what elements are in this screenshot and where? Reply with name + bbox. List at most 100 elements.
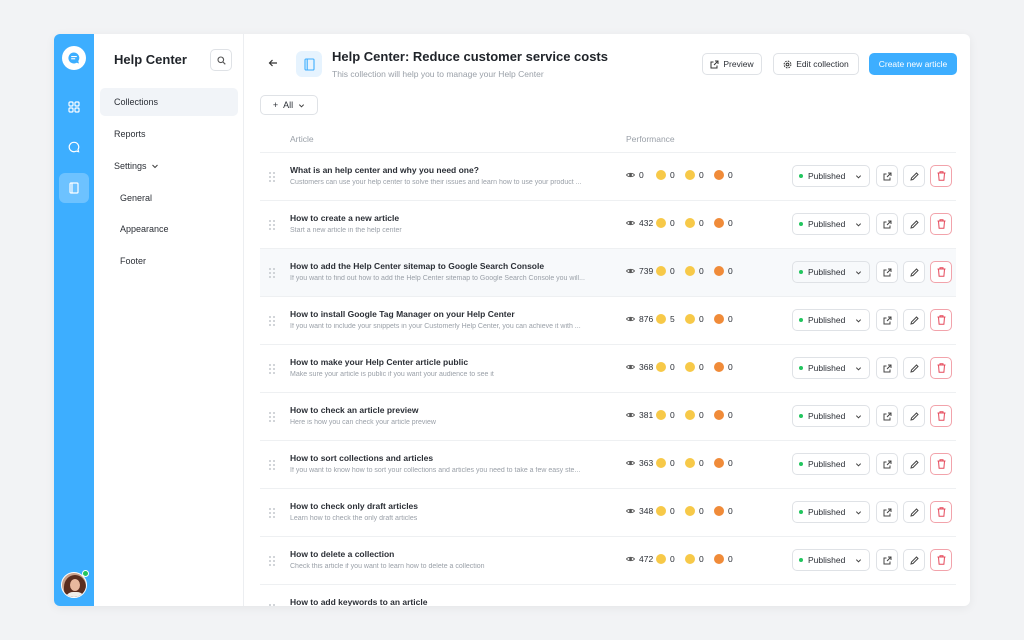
sidebar-item-collections[interactable]: Collections xyxy=(100,88,238,116)
delete-article-button[interactable] xyxy=(930,357,952,379)
status-dropdown[interactable]: Published xyxy=(792,453,870,475)
table-row[interactable]: How to check only draft articles Learn ho… xyxy=(260,488,956,536)
edit-article-button[interactable] xyxy=(903,213,925,235)
table-row[interactable]: How to install Google Tag Manager on you… xyxy=(260,296,956,344)
article-title[interactable]: How to delete a collection xyxy=(290,549,394,559)
article-title[interactable]: How to create a new article xyxy=(290,213,399,223)
heart-eyes-emoji-icon xyxy=(714,218,724,228)
edit-article-button[interactable] xyxy=(903,261,925,283)
table-row[interactable]: How to add the Help Center sitemap to Go… xyxy=(260,248,956,296)
status-dropdown[interactable]: Published xyxy=(792,213,870,235)
status-dropdown[interactable]: Published xyxy=(792,261,870,283)
article-description: Learn how to check the only draft articl… xyxy=(290,515,418,522)
chevron-down-icon xyxy=(299,103,305,107)
article-title[interactable]: How to add the Help Center sitemap to Go… xyxy=(290,261,544,271)
sidebar-item-reports[interactable]: Reports xyxy=(100,120,238,148)
article-title[interactable]: How to make your Help Center article pub… xyxy=(290,357,468,367)
delete-article-button[interactable] xyxy=(930,165,952,187)
table-row[interactable]: How to delete a collection Check this art… xyxy=(260,536,956,584)
edit-article-button[interactable] xyxy=(903,453,925,475)
article-title[interactable]: How to add keywords to an article xyxy=(290,597,427,606)
status-dropdown[interactable]: Published xyxy=(792,501,870,523)
open-article-button[interactable] xyxy=(876,213,898,235)
delete-article-button[interactable] xyxy=(930,405,952,427)
chat-icon[interactable] xyxy=(59,132,89,162)
table-row[interactable]: How to make your Help Center article pub… xyxy=(260,344,956,392)
delete-article-button[interactable] xyxy=(930,213,952,235)
table-row[interactable]: How to create a new article Start a new a… xyxy=(260,200,956,248)
sidebar-item-general[interactable]: General xyxy=(100,184,238,212)
table-row[interactable]: How to check an article preview Here is h… xyxy=(260,392,956,440)
open-article-button[interactable] xyxy=(876,261,898,283)
main-content: Help Center: Reduce customer service cos… xyxy=(244,34,970,606)
delete-article-button[interactable] xyxy=(930,549,952,571)
open-article-button[interactable] xyxy=(876,453,898,475)
sidebar: Help Center Collections Reports Settings… xyxy=(94,34,244,606)
icon-rail xyxy=(54,34,94,606)
drag-handle-icon[interactable] xyxy=(268,554,276,566)
neutral-reactions: 0 xyxy=(685,410,704,420)
drag-handle-icon[interactable] xyxy=(268,362,276,374)
collection-book-icon xyxy=(296,51,322,77)
drag-handle-icon[interactable] xyxy=(268,314,276,326)
article-title[interactable]: How to sort collections and articles xyxy=(290,453,433,463)
eye-icon xyxy=(625,554,636,564)
happy-reactions: 0 xyxy=(656,506,675,516)
drag-handle-icon[interactable] xyxy=(268,410,276,422)
drag-handle-icon[interactable] xyxy=(268,602,276,606)
delete-article-button[interactable] xyxy=(930,501,952,523)
sidebar-item-appearance[interactable]: Appearance xyxy=(100,215,238,243)
open-article-button[interactable] xyxy=(876,357,898,379)
open-article-button[interactable] xyxy=(876,501,898,523)
drag-handle-icon[interactable] xyxy=(268,218,276,230)
open-article-button[interactable] xyxy=(876,405,898,427)
open-article-button[interactable] xyxy=(876,165,898,187)
status-dropdown[interactable]: Published xyxy=(792,357,870,379)
views-count: 739 xyxy=(625,266,653,276)
sidebar-item-settings[interactable]: Settings xyxy=(100,152,238,180)
status-dropdown[interactable]: Published xyxy=(792,309,870,331)
edit-article-button[interactable] xyxy=(903,309,925,331)
article-title[interactable]: What is an help center and why you need … xyxy=(290,165,479,175)
dashboard-icon[interactable] xyxy=(59,92,89,122)
status-dropdown[interactable]: Published xyxy=(792,165,870,187)
eye-icon xyxy=(625,458,636,468)
sidebar-item-footer[interactable]: Footer xyxy=(100,247,238,275)
back-arrow-icon[interactable] xyxy=(266,56,280,70)
app-logo-icon[interactable] xyxy=(62,46,86,70)
filter-dropdown[interactable]: + All xyxy=(260,95,318,115)
edit-collection-button[interactable]: Edit collection xyxy=(773,53,859,75)
smile-emoji-icon xyxy=(656,266,666,276)
drag-handle-icon[interactable] xyxy=(268,506,276,518)
status-dropdown[interactable]: Published xyxy=(792,549,870,571)
article-title[interactable]: How to install Google Tag Manager on you… xyxy=(290,309,515,319)
create-article-button[interactable]: Create new article xyxy=(869,53,957,75)
sidebar-item-label: Footer xyxy=(120,256,147,266)
article-title[interactable]: How to check only draft articles xyxy=(290,501,418,511)
delete-article-button[interactable] xyxy=(930,261,952,283)
edit-article-button[interactable] xyxy=(903,549,925,571)
table-row[interactable]: How to add keywords to an article xyxy=(260,584,956,606)
edit-article-button[interactable] xyxy=(903,501,925,523)
status-dropdown[interactable]: Published xyxy=(792,405,870,427)
search-button[interactable] xyxy=(210,49,232,71)
published-dot xyxy=(799,510,803,514)
edit-article-button[interactable] xyxy=(903,405,925,427)
delete-article-button[interactable] xyxy=(930,309,952,331)
drag-handle-icon[interactable] xyxy=(268,458,276,470)
edit-article-button[interactable] xyxy=(903,165,925,187)
drag-handle-icon[interactable] xyxy=(268,170,276,182)
open-article-button[interactable] xyxy=(876,549,898,571)
help-center-book-icon[interactable] xyxy=(59,173,89,203)
article-title[interactable]: How to check an article preview xyxy=(290,405,419,415)
table-row[interactable]: What is an help center and why you need … xyxy=(260,152,956,200)
table-row[interactable]: How to sort collections and articles If y… xyxy=(260,440,956,488)
smile-emoji-icon xyxy=(656,410,666,420)
drag-handle-icon[interactable] xyxy=(268,266,276,278)
open-article-button[interactable] xyxy=(876,309,898,331)
trash-icon xyxy=(937,555,945,565)
delete-article-button[interactable] xyxy=(930,453,952,475)
external-link-icon xyxy=(883,412,891,420)
edit-article-button[interactable] xyxy=(903,357,925,379)
preview-button[interactable]: Preview xyxy=(702,53,762,75)
